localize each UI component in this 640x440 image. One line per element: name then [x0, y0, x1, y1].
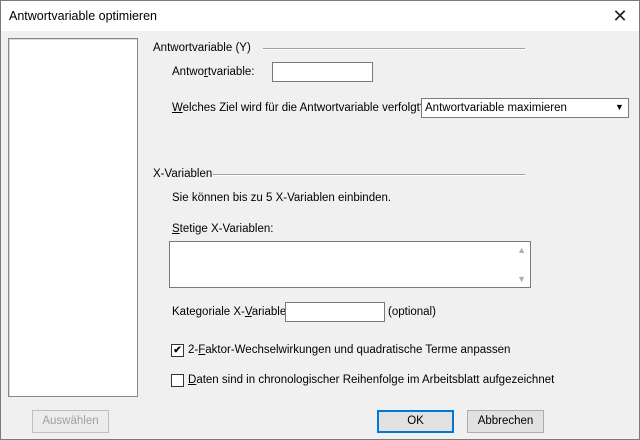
response-input[interactable]	[272, 62, 373, 82]
chronological-checkbox[interactable]	[171, 374, 184, 387]
chevron-down-icon[interactable]: ▼	[611, 100, 627, 115]
optional-note: (optional)	[388, 306, 436, 318]
response-group-header: Antwortvariable (Y)	[153, 42, 251, 54]
categorical-x-label: Kategoriale X-Variable:	[172, 306, 290, 318]
goal-label: Welches Ziel wird für die Antwortvariabl…	[172, 102, 427, 114]
close-icon[interactable]: ✕	[609, 5, 631, 27]
continuous-x-label: Stetige X-Variablen:	[172, 223, 274, 235]
chronological-checkbox-label[interactable]: Daten sind in chronologischer Reihenfolg…	[188, 374, 554, 386]
response-group-divider	[263, 48, 525, 50]
categorical-x-input[interactable]	[285, 302, 385, 322]
window-title: Antwortvariable optimieren	[9, 9, 157, 23]
variables-listbox[interactable]	[8, 38, 138, 397]
ok-button[interactable]: OK	[377, 410, 454, 433]
select-button[interactable]: Auswählen	[32, 410, 109, 433]
interactions-checkbox[interactable]: ✔	[171, 344, 184, 357]
x-group-divider	[213, 174, 525, 176]
response-label: Antwortvariable:	[172, 66, 255, 78]
interactions-checkbox-label[interactable]: 2-Faktor-Wechselwirkungen und quadratisc…	[188, 344, 510, 356]
x-group-header: X-Variablen	[153, 168, 213, 180]
title-bar: Antwortvariable optimieren ✕	[1, 1, 639, 31]
cancel-button[interactable]: Abbrechen	[467, 410, 544, 433]
optimize-response-dialog: Antwortvariable optimieren ✕ Antwortvari…	[0, 0, 640, 440]
x-info-text: Sie können bis zu 5 X-Variablen einbinde…	[172, 192, 392, 204]
continuous-x-textarea[interactable]: ▲ ▼	[169, 241, 531, 288]
goal-dropdown[interactable]: Antwortvariable maximieren ▼	[421, 98, 629, 118]
scroll-up-icon[interactable]: ▲	[517, 245, 526, 255]
goal-dropdown-value: Antwortvariable maximieren	[425, 102, 567, 114]
scroll-down-icon[interactable]: ▼	[517, 274, 526, 284]
